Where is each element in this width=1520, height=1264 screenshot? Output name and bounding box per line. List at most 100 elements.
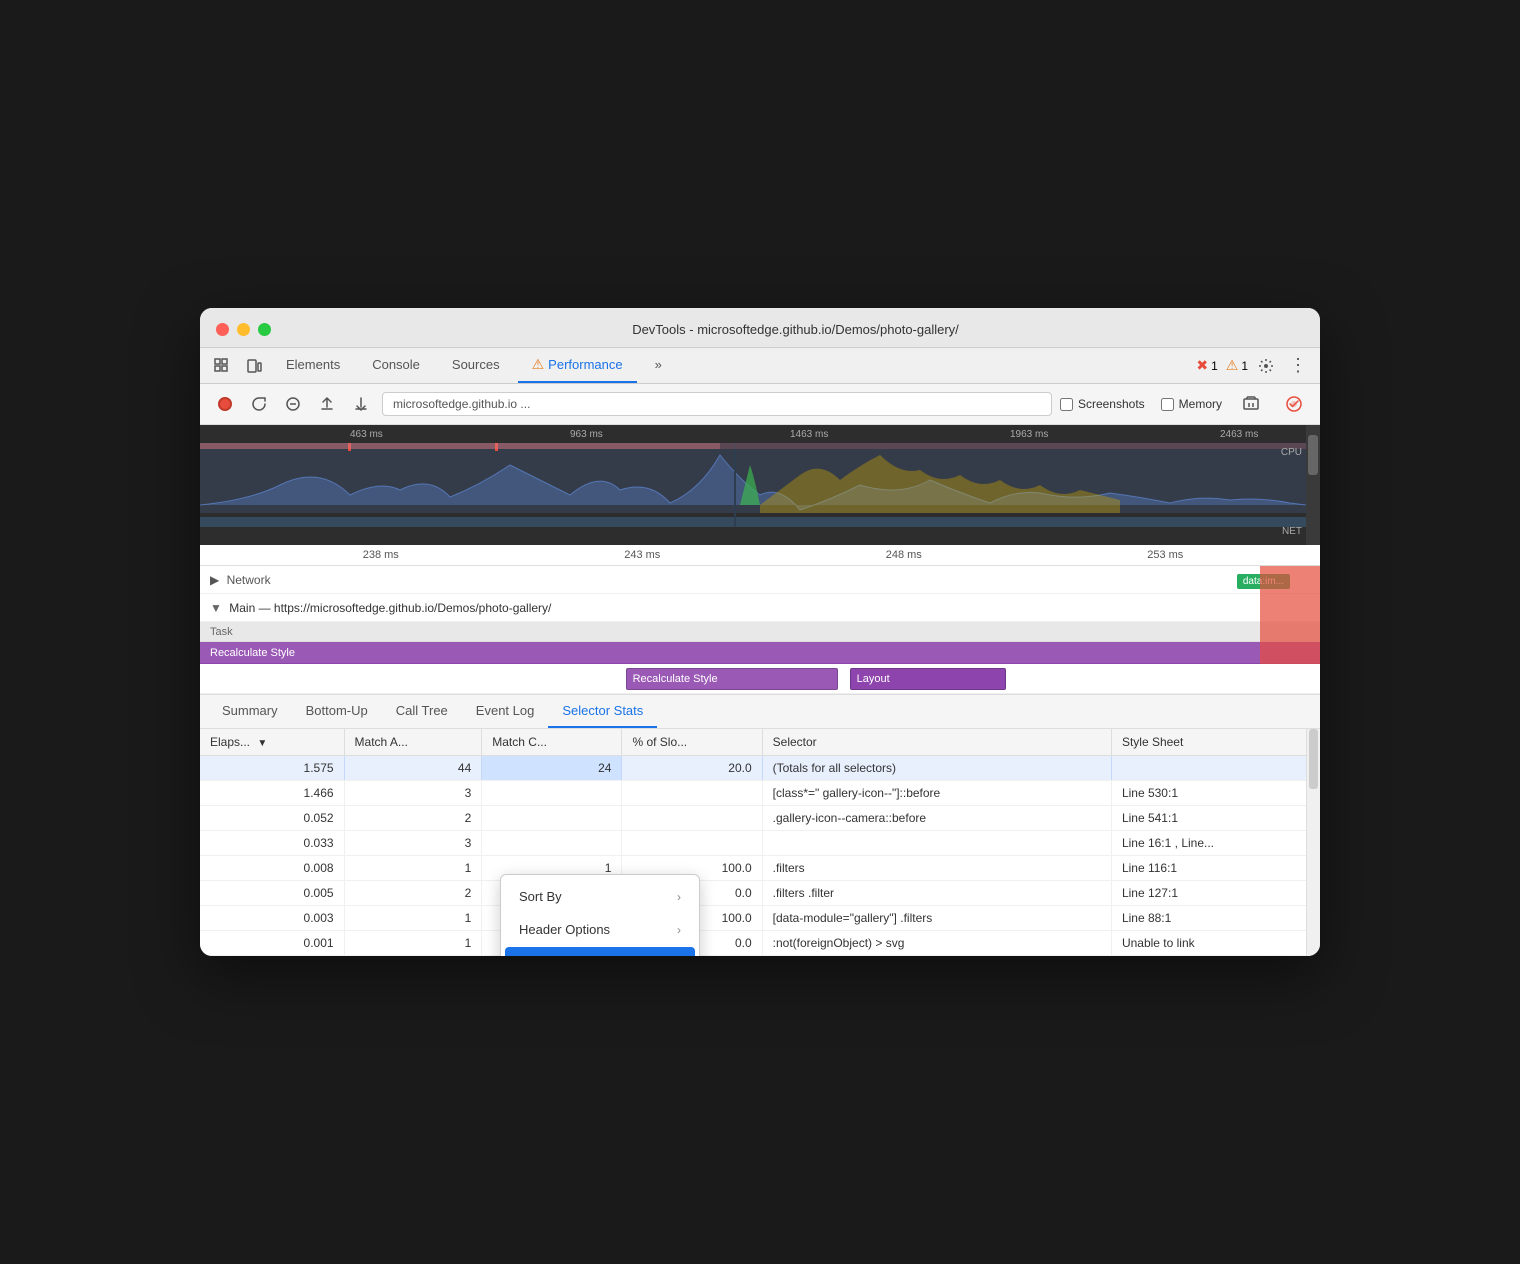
recalc-chip: Recalculate Style [626, 668, 839, 690]
cell-stylesheet[interactable]: Line 16:1 , Line... [1111, 831, 1320, 856]
cell-match-a: 1 [344, 931, 482, 956]
cell-pct [622, 806, 762, 831]
panel-tabs: Summary Bottom-Up Call Tree Event Log Se… [200, 694, 1320, 729]
cell-match-a: 3 [344, 831, 482, 856]
cell-stylesheet[interactable]: Line 127:1 [1111, 881, 1320, 906]
cell-match-a: 1 [344, 856, 482, 881]
inspect-icon[interactable] [208, 352, 236, 380]
tab-console[interactable]: Console [358, 349, 434, 382]
more-icon[interactable]: ⋮ [1284, 352, 1312, 380]
bottom-tick-3: 248 ms [773, 549, 1035, 561]
table-header-row: Elaps... ▼ Match A... Match C... % of Sl… [200, 729, 1320, 756]
th-stylesheet[interactable]: Style Sheet [1111, 729, 1320, 756]
screenshots-checkbox[interactable]: Screenshots [1060, 397, 1145, 411]
warning-icon: ⚠ [532, 356, 545, 373]
table-row[interactable]: 0.003 1 1 100.0 [data-module="gallery"] … [200, 906, 1320, 931]
layout-chip: Layout [850, 668, 1007, 690]
timeline-bottom-ticks: 238 ms 243 ms 248 ms 253 ms [200, 545, 1320, 566]
cell-stylesheet[interactable]: Line 530:1 [1111, 781, 1320, 806]
bottom-tick-4: 253 ms [1035, 549, 1297, 561]
th-pct-slow[interactable]: % of Slo... [622, 729, 762, 756]
main-label: ▼ Main — https://microsoftedge.github.io… [210, 601, 610, 615]
sort-by-arrow-icon: › [677, 890, 681, 904]
memory-checkbox[interactable]: Memory [1161, 397, 1222, 411]
timeline-scrollbar[interactable] [1306, 425, 1320, 545]
cell-elapsed: 0.033 [200, 831, 344, 856]
network-content: data:im... [330, 570, 1310, 590]
tab-bottom-up[interactable]: Bottom-Up [292, 695, 382, 728]
tick-3: 1463 ms [790, 429, 828, 440]
table-row[interactable]: 0.033 3 Line 16:1 , Line... [200, 831, 1320, 856]
cell-stylesheet[interactable]: Line 541:1 [1111, 806, 1320, 831]
window-title: DevTools - microsoftedge.github.io/Demos… [287, 322, 1304, 337]
table-row[interactable]: 0.008 1 1 100.0 .filters Line 116:1 [200, 856, 1320, 881]
stop-button[interactable] [280, 391, 306, 417]
network-label: ▶ Network [210, 573, 330, 587]
cell-elapsed: 0.005 [200, 881, 344, 906]
maximize-button[interactable] [258, 323, 271, 336]
minimize-button[interactable] [237, 323, 250, 336]
table-row[interactable]: 0.005 2 1 0.0 .filters .filter Line 127:… [200, 881, 1320, 906]
table-row[interactable]: 0.001 1 0 0.0 :not(foreignObject) > svg … [200, 931, 1320, 956]
sort-arrow-icon: ▼ [257, 738, 267, 749]
context-menu-sort-by[interactable]: Sort By › [505, 881, 695, 912]
record-button[interactable] [212, 391, 238, 417]
tab-more[interactable]: » [641, 349, 676, 382]
cell-selector: .filters [762, 856, 1111, 881]
context-menu: Sort By › Header Options › Copy Table [500, 874, 700, 956]
cleanup-button[interactable] [1238, 391, 1264, 417]
cell-elapsed: 0.008 [200, 856, 344, 881]
error-badge-count[interactable]: ✖ 1 [1196, 357, 1217, 374]
upload-button[interactable] [314, 391, 340, 417]
table-scrollbar[interactable] [1306, 729, 1320, 956]
tab-event-log[interactable]: Event Log [462, 695, 549, 728]
table-row[interactable]: 1.575 44 24 20.0 (Totals for all selecto… [200, 756, 1320, 781]
flame-chart: ▶ Network data:im... ▼ Main — https://mi… [200, 566, 1320, 694]
cell-selector: .filters .filter [762, 881, 1111, 906]
tab-selector-stats[interactable]: Selector Stats [548, 695, 657, 728]
cell-stylesheet[interactable]: Line 116:1 [1111, 856, 1320, 881]
context-menu-header-options[interactable]: Header Options › [505, 914, 695, 945]
traffic-lights [216, 323, 271, 336]
tab-sources[interactable]: Sources [438, 349, 514, 382]
main-row: ▼ Main — https://microsoftedge.github.io… [200, 594, 1320, 622]
selector-stats-table: Elaps... ▼ Match A... Match C... % of Sl… [200, 729, 1320, 956]
tab-performance[interactable]: ⚠ Performance [518, 348, 637, 383]
tab-bar: Elements Console Sources ⚠ Performance »… [200, 348, 1320, 384]
cell-elapsed: 1.466 [200, 781, 344, 806]
tick-1: 463 ms [350, 429, 383, 440]
cell-match-a: 3 [344, 781, 482, 806]
cell-match-a: 2 [344, 881, 482, 906]
reload-button[interactable] [246, 391, 272, 417]
cell-match-c [482, 831, 622, 856]
cell-stylesheet[interactable]: Line 88:1 [1111, 906, 1320, 931]
network-row: ▶ Network data:im... [200, 566, 1320, 594]
table-row[interactable]: 1.466 3 [class*=" gallery-icon--"]::befo… [200, 781, 1320, 806]
th-match-attempts[interactable]: Match A... [344, 729, 482, 756]
warning-badge-count[interactable]: ⚠ 1 [1226, 357, 1248, 374]
tab-call-tree[interactable]: Call Tree [382, 695, 462, 728]
cell-match-a: 44 [344, 756, 482, 781]
device-icon[interactable] [240, 352, 268, 380]
cell-elapsed: 1.575 [200, 756, 344, 781]
tab-summary[interactable]: Summary [208, 695, 292, 728]
net-label: NET [1282, 526, 1302, 537]
tab-elements[interactable]: Elements [272, 349, 354, 382]
cell-pct [622, 831, 762, 856]
table-container: Elaps... ▼ Match A... Match C... % of Sl… [200, 729, 1320, 956]
cell-selector: :not(foreignObject) > svg [762, 931, 1111, 956]
close-button[interactable] [216, 323, 229, 336]
th-selector[interactable]: Selector [762, 729, 1111, 756]
cell-selector: [class*=" gallery-icon--"]::before [762, 781, 1111, 806]
table-row[interactable]: 0.052 2 .gallery-icon--camera::before Li… [200, 806, 1320, 831]
th-match-count[interactable]: Match C... [482, 729, 622, 756]
cell-elapsed: 0.001 [200, 931, 344, 956]
sub-tasks-row: Recalculate Style Layout [200, 664, 1320, 694]
settings-icon[interactable] [1252, 352, 1280, 380]
context-menu-copy-table[interactable]: Copy Table [505, 947, 695, 956]
perf-settings-icon[interactable] [1280, 390, 1308, 418]
download-button[interactable] [348, 391, 374, 417]
th-elapsed[interactable]: Elaps... ▼ [200, 729, 344, 756]
tick-2: 963 ms [570, 429, 603, 440]
task-row: Task [200, 622, 1320, 642]
